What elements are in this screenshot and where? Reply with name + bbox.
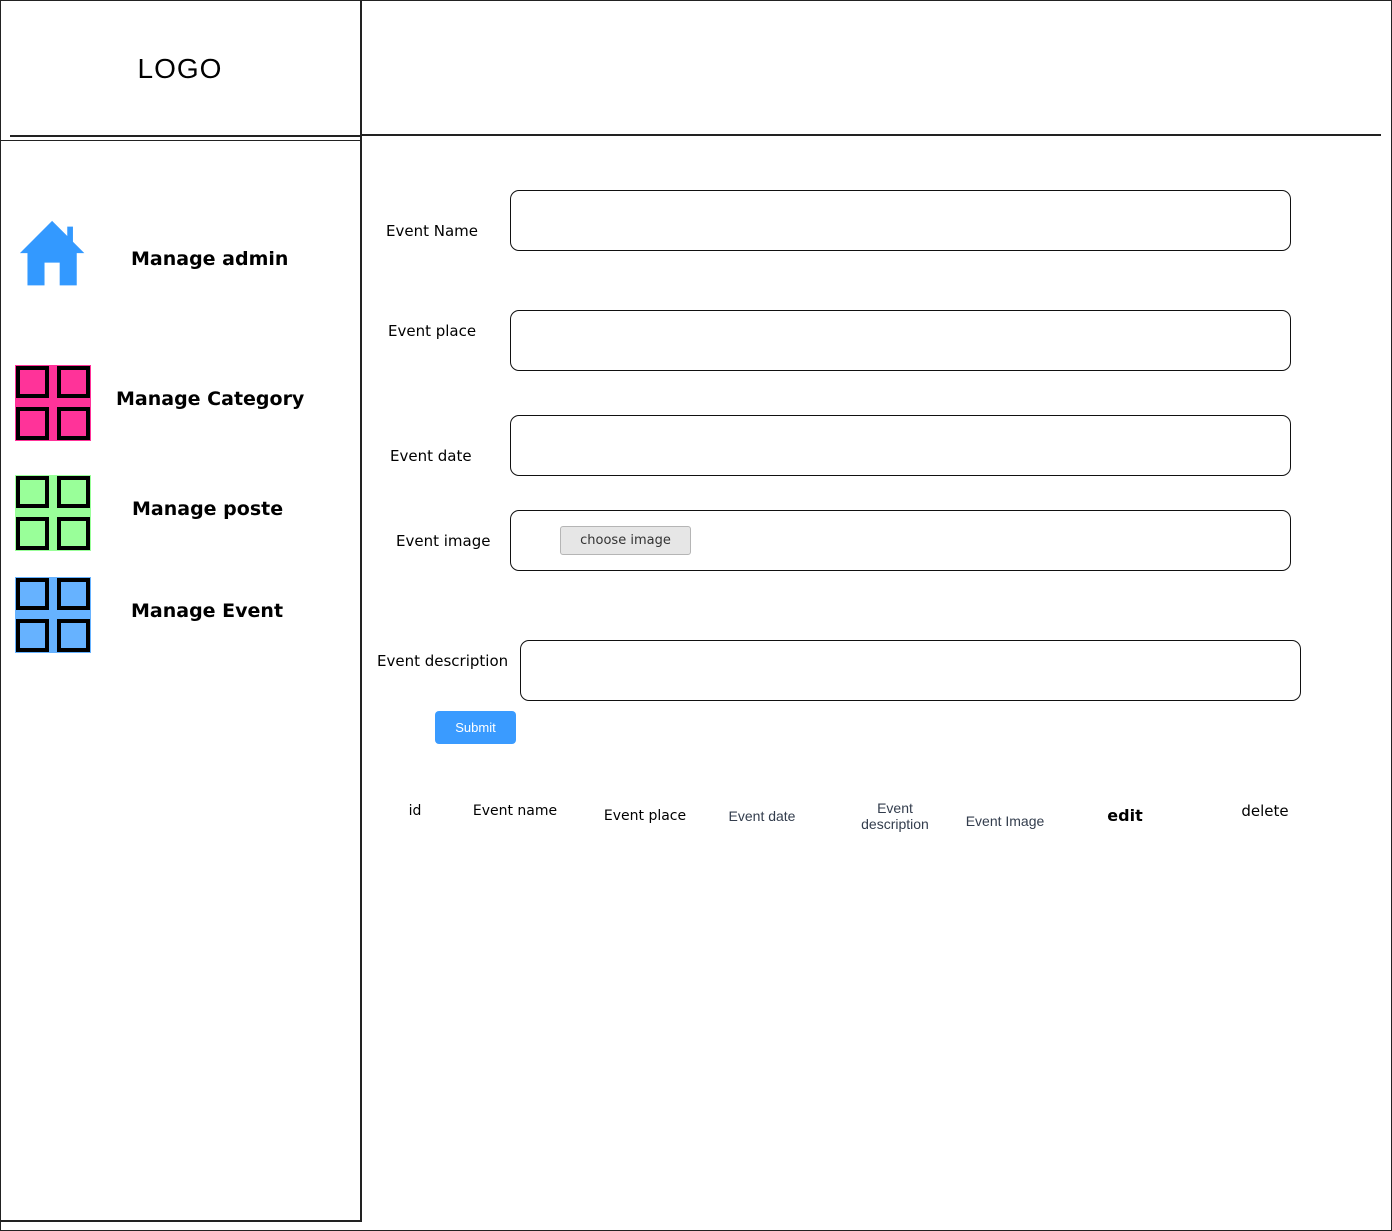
- sidebar-item-manage-admin[interactable]: Manage admin: [0, 215, 360, 295]
- sidebar-item-label: Manage poste: [132, 498, 284, 520]
- event-place-label: Event place: [388, 322, 477, 340]
- grid-icon: [15, 365, 91, 441]
- header-divider-left-2: [0, 140, 360, 142]
- header-divider-right: [360, 134, 1381, 136]
- column-header-event-name: Event name: [472, 803, 558, 819]
- event-name-input[interactable]: [510, 190, 1291, 251]
- column-header-event-image: Event Image: [965, 813, 1045, 829]
- event-image-label: Event image: [396, 532, 491, 550]
- sidebar-item-manage-category[interactable]: Manage Category: [0, 364, 360, 444]
- sidebar-item-label: Manage admin: [131, 248, 289, 270]
- sidebar-bottom-border: [0, 1220, 361, 1222]
- logo-text: LOGO: [137, 53, 223, 84]
- column-header-event-date: Event date: [728, 808, 796, 824]
- choose-image-button[interactable]: choose image: [560, 526, 691, 555]
- submit-button[interactable]: Submit: [435, 711, 516, 744]
- logo: LOGO: [0, 0, 360, 140]
- event-date-label: Event date: [390, 447, 472, 465]
- sidebar-item-label: Manage Category: [116, 388, 305, 410]
- column-header-edit: edit: [1107, 806, 1143, 825]
- event-name-label: Event Name: [386, 222, 478, 240]
- event-date-input[interactable]: [510, 415, 1291, 476]
- home-icon: [19, 220, 85, 286]
- event-description-label: Event description: [377, 652, 509, 670]
- event-place-input[interactable]: [510, 310, 1291, 371]
- sidebar-item-manage-event[interactable]: Manage Event: [0, 576, 360, 656]
- column-header-delete: delete: [1241, 802, 1289, 820]
- event-description-input[interactable]: [520, 640, 1301, 701]
- grid-icon: [15, 475, 91, 551]
- sidebar-item-manage-poste[interactable]: Manage poste: [0, 474, 360, 554]
- column-header-event-description: Event description: [861, 800, 929, 832]
- sidebar-item-label: Manage Event: [131, 600, 284, 622]
- column-header-id: id: [408, 803, 422, 819]
- column-header-event-place: Event place: [603, 808, 687, 824]
- grid-icon: [15, 577, 91, 653]
- sidebar-divider: [360, 0, 362, 1222]
